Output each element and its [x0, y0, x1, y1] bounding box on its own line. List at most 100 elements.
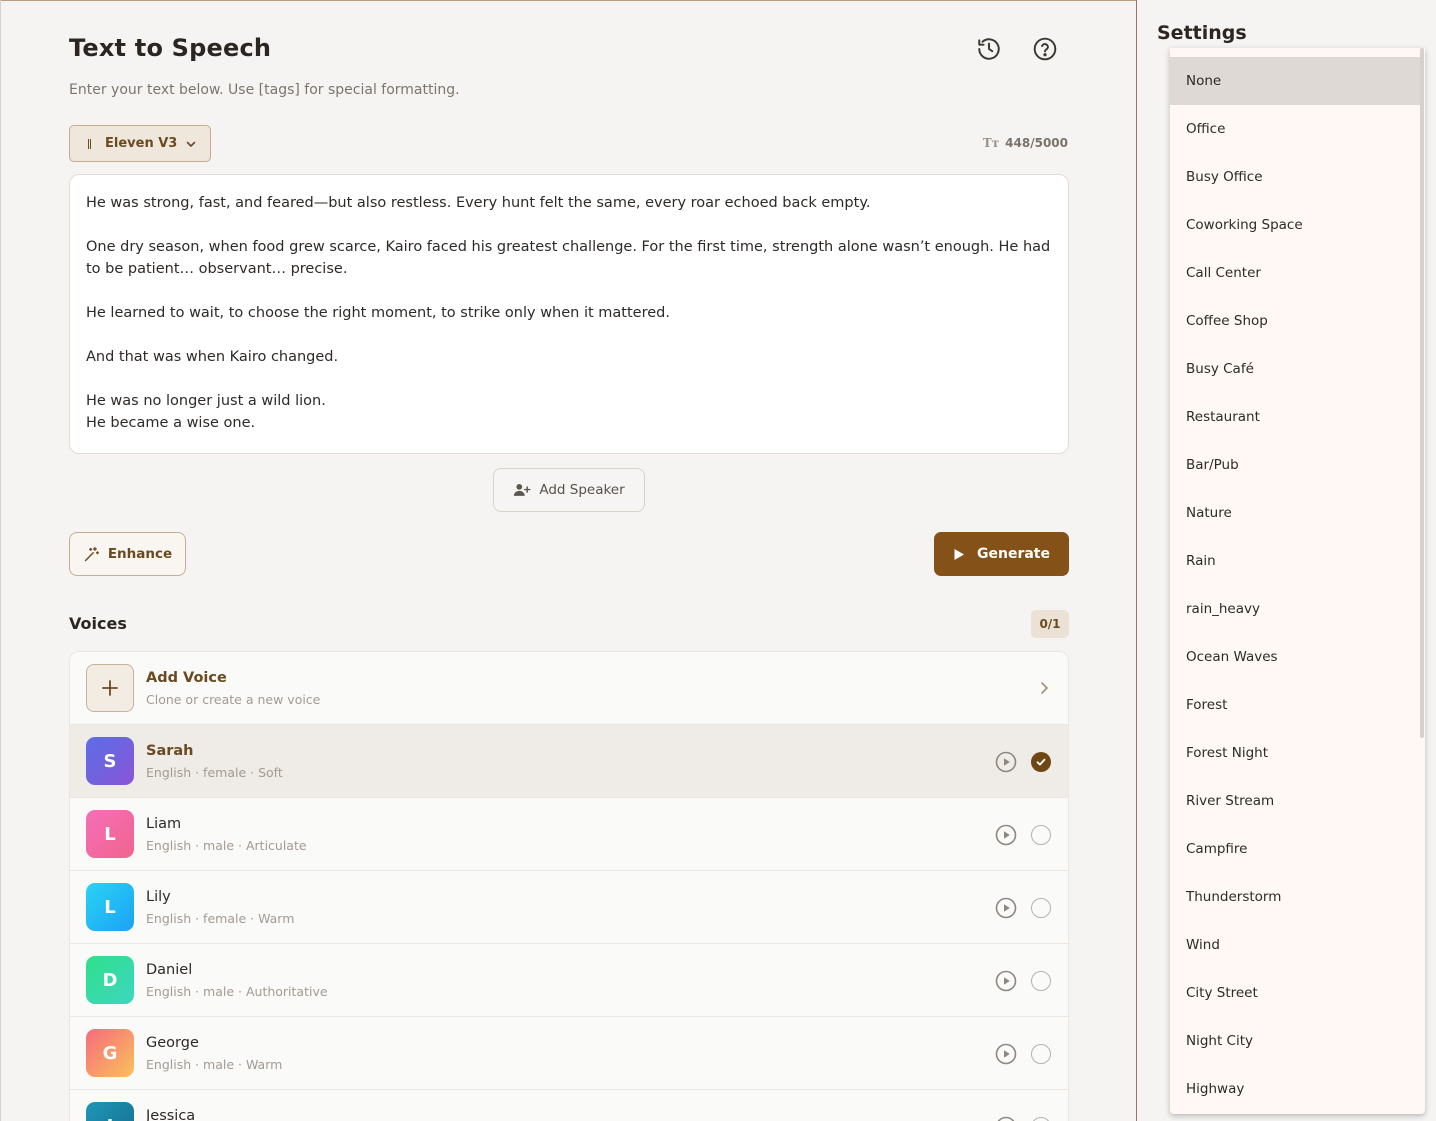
voice-name: Daniel	[146, 962, 193, 978]
ambience-option[interactable]: Campfire	[1170, 825, 1420, 873]
voice-name: George	[146, 1035, 199, 1051]
voice-radio[interactable]	[1031, 1117, 1051, 1121]
ambience-option[interactable]: Call Center	[1170, 249, 1420, 297]
text-paragraph: He was strong, fast, and feared—but also…	[86, 195, 871, 211]
main-panel: Text to Speech Enter your text below. Us…	[0, 0, 1136, 1121]
model-label: Eleven V3	[105, 136, 178, 151]
voice-radio-checked[interactable]	[1031, 752, 1051, 772]
ambience-option[interactable]: rain_heavy	[1170, 585, 1420, 633]
page-subtitle: Enter your text below. Use [tags] for sp…	[69, 82, 460, 98]
ambience-option[interactable]: None	[1170, 57, 1420, 105]
plus-icon	[86, 664, 134, 712]
voice-avatar: L	[86, 810, 134, 858]
voice-meta: English · female · Soft	[146, 765, 283, 780]
chevron-down-icon	[187, 141, 196, 147]
magic-wand-icon	[84, 546, 99, 561]
voice-meta: English · female · Warm	[146, 911, 295, 926]
enhance-button[interactable]: Enhance	[69, 532, 186, 576]
voice-radio[interactable]	[1031, 898, 1051, 918]
character-count-value: 448/5000	[1005, 136, 1068, 150]
help-button[interactable]	[1031, 35, 1059, 63]
ambience-option[interactable]: Thunderstorm	[1170, 873, 1420, 921]
voice-row[interactable]: G George English · male · Warm	[70, 1017, 1068, 1090]
play-preview-icon[interactable]	[995, 970, 1017, 992]
voice-name: Sarah	[146, 743, 194, 759]
voice-radio[interactable]	[1031, 1044, 1051, 1064]
character-count: Tт 448/5000	[983, 136, 1068, 150]
ambience-option[interactable]: Busy Office	[1170, 153, 1420, 201]
play-preview-icon[interactable]	[995, 1043, 1017, 1065]
text-paragraph: And that was when Kairo changed.	[86, 349, 339, 365]
voice-avatar: G	[86, 1029, 134, 1077]
voice-row[interactable]: L Liam English · male · Articulate	[70, 798, 1068, 871]
chevron-right-icon	[1041, 682, 1048, 694]
voice-radio[interactable]	[1031, 825, 1051, 845]
play-preview-icon[interactable]	[995, 751, 1017, 773]
model-selector[interactable]: Eleven V3	[69, 125, 211, 162]
play-preview-icon[interactable]	[995, 897, 1017, 919]
ambience-option[interactable]: Night City	[1170, 1017, 1420, 1065]
ambience-option[interactable]: Coffee Shop	[1170, 297, 1420, 345]
generate-button[interactable]: Generate	[934, 532, 1069, 576]
history-icon	[978, 38, 1000, 60]
voice-row[interactable]: D Daniel English · male · Authoritative	[70, 944, 1068, 1017]
add-voice-description: Clone or create a new voice	[146, 692, 321, 707]
ambience-option[interactable]: City Street	[1170, 969, 1420, 1017]
ambience-option[interactable]: Busy Café	[1170, 345, 1420, 393]
dropdown-scrollbar[interactable]	[1420, 48, 1424, 738]
play-preview-icon[interactable]	[995, 1116, 1017, 1121]
voice-avatar: D	[86, 956, 134, 1004]
voice-name: Jessica	[146, 1108, 196, 1121]
voice-list: Add Voice Clone or create a new voice SS…	[69, 651, 1069, 1121]
voice-meta: English · male · Articulate	[146, 838, 307, 853]
text-input[interactable]: He was strong, fast, and feared—but also…	[69, 174, 1069, 454]
page-title: Text to Speech	[69, 34, 272, 62]
ambience-option[interactable]: Nature	[1170, 489, 1420, 537]
voice-row[interactable]: J Jessica	[70, 1090, 1068, 1121]
voice-meta: English · male · Authoritative	[146, 984, 328, 999]
voice-avatar: S	[86, 737, 134, 785]
text-paragraph: He was no longer just a wild lion.	[86, 393, 326, 409]
ambience-option[interactable]: Bar/Pub	[1170, 441, 1420, 489]
voices-count-badge: 0/1	[1031, 610, 1069, 638]
ambience-option[interactable]: Ocean Waves	[1170, 633, 1420, 681]
add-speaker-label: Add Speaker	[539, 482, 625, 498]
add-voice-label: Add Voice	[146, 670, 227, 686]
text-paragraph: One dry season, when food grew scarce, K…	[86, 239, 1051, 277]
help-circle-icon	[1033, 37, 1057, 61]
text-paragraph: He learned to wait, to choose the right …	[86, 305, 670, 321]
check-icon	[1036, 758, 1046, 766]
voice-radio[interactable]	[1031, 971, 1051, 991]
voices-heading: Voices	[69, 614, 127, 633]
history-button[interactable]	[975, 35, 1003, 63]
add-voice-row[interactable]: Add Voice Clone or create a new voice	[70, 652, 1068, 725]
voice-name: Liam	[146, 816, 182, 832]
settings-title: Settings	[1157, 22, 1247, 44]
play-icon	[954, 548, 964, 560]
ambience-option[interactable]: Forest	[1170, 681, 1420, 729]
ambience-dropdown-menu: None Office Busy Office Coworking Space Call…	[1170, 48, 1425, 1114]
generate-label: Generate	[977, 546, 1050, 562]
user-plus-icon	[514, 483, 531, 496]
ambience-option[interactable]: Office	[1170, 105, 1420, 153]
text-paragraph: He became a wise one.	[86, 415, 256, 431]
ambience-option[interactable]: River Stream	[1170, 777, 1420, 825]
ambience-option[interactable]: Wind	[1170, 921, 1420, 969]
enhance-label: Enhance	[107, 546, 173, 562]
settings-panel: Settings None Office Busy Office Coworking …	[1136, 0, 1436, 1121]
ambience-option[interactable]: Restaurant	[1170, 393, 1420, 441]
ambience-option[interactable]: Coworking Space	[1170, 201, 1420, 249]
voice-avatar: J	[86, 1102, 134, 1121]
play-preview-icon[interactable]	[995, 824, 1017, 846]
ambience-option[interactable]: Highway	[1170, 1065, 1420, 1113]
voice-row[interactable]: L Lily English · female · Warm	[70, 871, 1068, 944]
voice-row[interactable]: S Sarah English · female · Soft	[70, 725, 1068, 798]
ambience-option[interactable]: Forest Night	[1170, 729, 1420, 777]
voice-avatar: L	[86, 883, 134, 931]
voice-meta: English · male · Warm	[146, 1057, 283, 1072]
add-speaker-button[interactable]: Add Speaker	[493, 468, 645, 512]
text-size-icon: Tт	[982, 136, 1000, 150]
model-icon	[88, 138, 91, 149]
ambience-option[interactable]: Rain	[1170, 537, 1420, 585]
voice-name: Lily	[146, 889, 171, 905]
